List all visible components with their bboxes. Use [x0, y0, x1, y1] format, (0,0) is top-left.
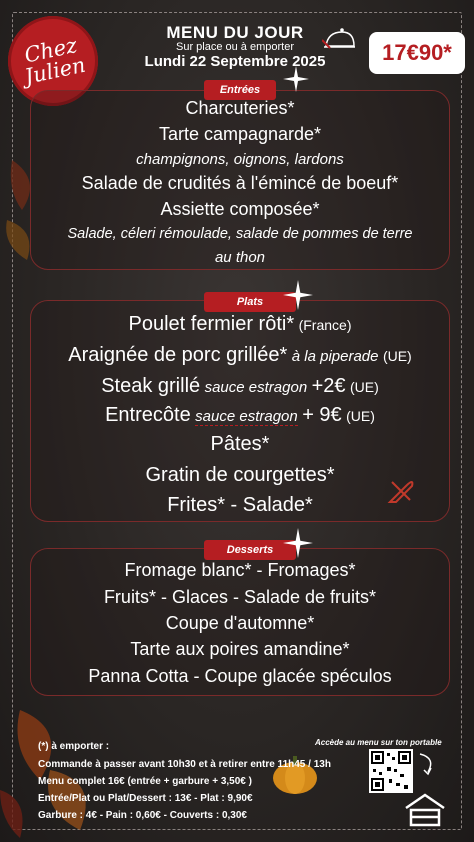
- dessert-item: Panna Cotta - Coupe glacée spéculos: [88, 666, 392, 686]
- dessert-item: Tarte aux poires amandine*: [130, 639, 350, 659]
- plat-steak-origin: (UE): [350, 379, 379, 395]
- plat-steak-sauce: sauce estragon: [204, 379, 308, 396]
- entree-detail: Salade, céleri rémoulade, salade de pomm…: [67, 226, 413, 242]
- plat-araignee-sauce: à la piperade: [291, 348, 379, 365]
- arrow-icon: [419, 753, 432, 776]
- entree-detail: champignons, oignons, lardons: [136, 151, 344, 168]
- home-icon[interactable]: [402, 792, 448, 828]
- sparkle-icon: [283, 66, 309, 92]
- footer-line: Entrée/Plat ou Plat/Dessert : 13€ - Plat…: [38, 793, 253, 804]
- sparkle-icon: [283, 528, 313, 558]
- dessert-item: Coupe d'automne*: [165, 613, 315, 633]
- entree-detail: au thon: [214, 249, 266, 266]
- footer-line: (*) à emporter :: [38, 741, 110, 752]
- plat-poulet-origin: (France): [298, 317, 352, 333]
- plat-steak-price: +2€: [311, 375, 346, 397]
- plat-poulet: Poulet fermier rôti* (France): [30, 313, 450, 336]
- entrees-tag: Entrées: [204, 80, 276, 100]
- footer-line: Commande à passer avant 10h30 et à retir…: [38, 759, 331, 770]
- plat-poulet-name: Poulet fermier rôti*: [128, 313, 295, 335]
- plat-entrecote-origin: (UE): [346, 408, 375, 424]
- qr-caption: Accède au menu sur ton portable: [315, 738, 442, 747]
- entree-item: Charcuteries*: [185, 98, 295, 118]
- plat-pates: Pâtes*: [210, 433, 270, 455]
- plat-entrecote: Entrecôte sauce estragon + 9€ (UE): [30, 404, 450, 427]
- fork-knife-icon: [387, 481, 414, 503]
- dessert-item: Fromage blanc* - Fromages*: [124, 560, 356, 580]
- plat-araignee-origin: (UE): [382, 348, 412, 364]
- date: Lundi 22 Septembre 2025: [144, 53, 326, 70]
- plat-steak-name: Steak grillé: [101, 375, 201, 397]
- footer-line: Garbure : 4€ - Pain : 0,60€ - Couverts :…: [38, 810, 247, 821]
- sparkle-icon: [283, 280, 313, 310]
- plat-araignee: Araignée de porc grillée* à la piperade …: [30, 344, 450, 367]
- menu-price: 17€90*: [369, 32, 465, 74]
- plat-entrecote-name: Entrecôte: [105, 404, 191, 426]
- plat-entrecote-price: + 9€: [302, 404, 342, 426]
- entree-item: Assiette composée*: [160, 199, 320, 219]
- dessert-item: Fruits* - Glaces - Salade de fruits*: [103, 587, 377, 607]
- entree-item: Tarte campagnarde*: [158, 124, 322, 144]
- footer-line: Menu complet 16€ (entrée + garbure + 3,5…: [38, 776, 252, 787]
- qr-code[interactable]: [369, 749, 413, 793]
- plat-araignee-name: Araignée de porc grillée*: [68, 344, 288, 366]
- plat-entrecote-sauce: sauce estragon: [195, 408, 298, 426]
- cloche-icon: [322, 28, 355, 49]
- entree-item: Salade de crudités à l'émincé de boeuf*: [81, 173, 399, 193]
- plat-steak: Steak grillé sauce estragon +2€ (UE): [30, 375, 450, 398]
